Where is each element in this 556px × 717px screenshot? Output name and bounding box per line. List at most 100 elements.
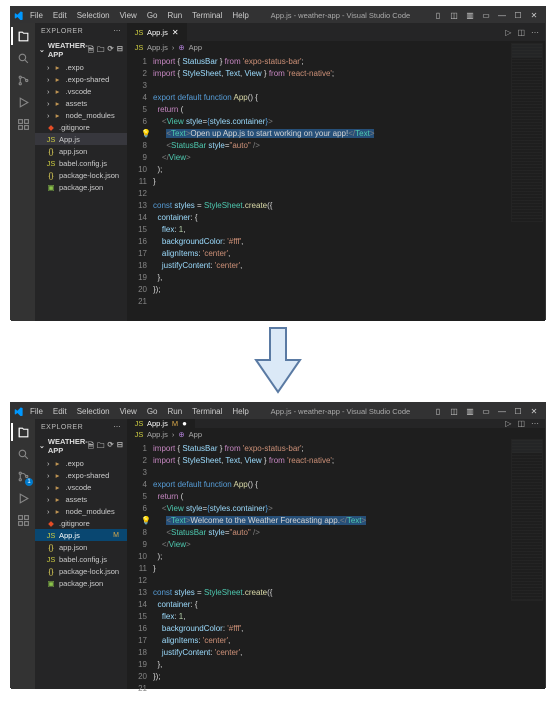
tree-item-label: assets xyxy=(66,99,88,108)
toggle-panel-icon[interactable]: ▯ xyxy=(433,11,443,20)
menu-item[interactable]: Run xyxy=(162,11,187,20)
lightbulb-icon[interactable]: 💡 xyxy=(141,515,151,527)
tab[interactable]: JS App.js ✕ xyxy=(127,23,188,41)
tree-item[interactable]: ◆ .gitignore xyxy=(35,517,127,529)
tree-item[interactable]: {} app.json xyxy=(35,145,127,157)
maximize-icon[interactable]: ☐ xyxy=(513,407,523,416)
code-area[interactable]: 123456789101112131415161718192021import … xyxy=(127,54,545,310)
explorer-icon[interactable] xyxy=(16,425,30,439)
toggle-panel-icon[interactable]: ▯ xyxy=(433,407,443,416)
menu-item[interactable]: Edit xyxy=(48,407,72,416)
breadcrumb-item[interactable]: App xyxy=(189,430,202,439)
breadcrumb-item[interactable]: App xyxy=(189,43,202,52)
tree-item[interactable]: › ▸ node_modules xyxy=(35,109,127,121)
vscode-logo-icon xyxy=(11,11,25,20)
close-icon[interactable]: ✕ xyxy=(529,407,539,416)
menu-item[interactable]: Terminal xyxy=(187,407,227,416)
toggle-sidebar-icon[interactable]: ◫ xyxy=(449,11,459,20)
extensions-icon[interactable] xyxy=(16,117,30,131)
search-icon[interactable] xyxy=(16,51,30,65)
menu-item[interactable]: Run xyxy=(162,407,187,416)
more-actions-icon[interactable]: ⋯ xyxy=(531,28,539,37)
menu-item[interactable]: File xyxy=(25,407,48,416)
project-header[interactable]: ⌄ WEATHER-APP 🗎 🗀 ⟳ ⊟ xyxy=(35,39,127,61)
tree-item[interactable]: › ▸ .vscode xyxy=(35,481,127,493)
menu-item[interactable]: Terminal xyxy=(187,11,227,20)
menu-item[interactable]: Go xyxy=(142,11,163,20)
tree-item[interactable]: JS App.js M xyxy=(35,529,127,541)
tree-item[interactable]: › ▸ .expo xyxy=(35,61,127,73)
tree-item[interactable]: {} app.json xyxy=(35,541,127,553)
breadcrumb-item[interactable]: App.js xyxy=(147,43,168,52)
menu-item[interactable]: View xyxy=(115,407,142,416)
tree-item[interactable]: {} package-lock.json xyxy=(35,169,127,181)
code-area[interactable]: 123456789101112131415161718192021import … xyxy=(127,441,545,697)
minimize-icon[interactable]: — xyxy=(497,11,507,20)
tree-item[interactable]: ▣ package.json xyxy=(35,577,127,589)
tree-item[interactable]: › ▸ .expo-shared xyxy=(35,73,127,85)
run-icon[interactable]: ▷ xyxy=(505,28,511,37)
refresh-icon[interactable]: ⟳ xyxy=(107,440,113,453)
collapse-icon[interactable]: ⊟ xyxy=(117,44,123,57)
breadcrumbs[interactable]: JS App.js › ⊕ App xyxy=(127,428,545,441)
tree-item[interactable]: ▣ package.json xyxy=(35,181,127,193)
tree-item[interactable]: › ▸ node_modules xyxy=(35,505,127,517)
toggle-layout-icon[interactable]: ▥ xyxy=(465,11,475,20)
more-icon[interactable]: ⋯ xyxy=(114,423,122,431)
project-header[interactable]: ⌄ WEATHER-APP 🗎 🗀 ⟳ ⊟ xyxy=(35,435,127,457)
file-icon: JS xyxy=(47,531,55,539)
refresh-icon[interactable]: ⟳ xyxy=(107,44,113,57)
tree-item[interactable]: JS App.js xyxy=(35,133,127,145)
toggle-right-icon[interactable]: ▭ xyxy=(481,11,491,20)
maximize-icon[interactable]: ☐ xyxy=(513,11,523,20)
extensions-icon[interactable] xyxy=(16,513,30,527)
tab[interactable]: JS App.js M ● xyxy=(127,419,196,428)
dirty-indicator-icon[interactable]: ● xyxy=(182,419,187,428)
tree-item[interactable]: › ▸ .expo-shared xyxy=(35,469,127,481)
menu-item[interactable]: View xyxy=(115,11,142,20)
close-icon[interactable]: ✕ xyxy=(529,11,539,20)
collapse-icon[interactable]: ⊟ xyxy=(117,440,123,453)
new-folder-icon[interactable]: 🗀 xyxy=(97,440,105,453)
split-editor-icon[interactable]: ◫ xyxy=(517,419,525,428)
source-control-icon[interactable]: 1 xyxy=(16,469,30,483)
menu-item[interactable]: Selection xyxy=(72,11,115,20)
new-file-icon[interactable]: 🗎 xyxy=(88,44,94,57)
menu-item[interactable]: Help xyxy=(227,11,253,20)
toggle-layout-icon[interactable]: ▥ xyxy=(465,407,475,416)
tree-item[interactable]: ◆ .gitignore xyxy=(35,121,127,133)
minimize-icon[interactable]: — xyxy=(497,407,507,416)
more-actions-icon[interactable]: ⋯ xyxy=(531,419,539,428)
toggle-sidebar-icon[interactable]: ◫ xyxy=(449,407,459,416)
menu-item[interactable]: Help xyxy=(227,407,253,416)
run-debug-icon[interactable] xyxy=(16,95,30,109)
menu-item[interactable]: Selection xyxy=(72,407,115,416)
tree-item[interactable]: › ▸ assets xyxy=(35,493,127,505)
source-control-icon[interactable] xyxy=(16,73,30,87)
breadcrumbs[interactable]: JS App.js › ⊕ App xyxy=(127,41,545,54)
toggle-right-icon[interactable]: ▭ xyxy=(481,407,491,416)
explorer-icon[interactable] xyxy=(16,29,30,43)
search-icon[interactable] xyxy=(16,447,30,461)
menu-item[interactable]: File xyxy=(25,11,48,20)
tree-item[interactable]: › ▸ .expo xyxy=(35,457,127,469)
tree-item[interactable]: JS babel.config.js xyxy=(35,553,127,565)
code-lines[interactable]: import { StatusBar } from 'expo-status-b… xyxy=(153,441,545,697)
close-tab-icon[interactable]: ✕ xyxy=(172,28,179,37)
tree-item[interactable]: › ▸ assets xyxy=(35,97,127,109)
breadcrumb-item[interactable]: App.js xyxy=(147,430,168,439)
menu-item[interactable]: Edit xyxy=(48,11,72,20)
tree-item[interactable]: {} package-lock.json xyxy=(35,565,127,577)
more-icon[interactable]: ⋯ xyxy=(114,27,122,35)
new-file-icon[interactable]: 🗎 xyxy=(88,440,94,453)
run-debug-icon[interactable] xyxy=(16,491,30,505)
code-lines[interactable]: import { StatusBar } from 'expo-status-b… xyxy=(153,54,545,310)
split-editor-icon[interactable]: ◫ xyxy=(517,28,525,37)
lightbulb-icon[interactable]: 💡 xyxy=(141,128,151,140)
new-folder-icon[interactable]: 🗀 xyxy=(97,44,105,57)
tree-item[interactable]: JS babel.config.js xyxy=(35,157,127,169)
menu-item[interactable]: Go xyxy=(142,407,163,416)
file-icon: ▸ xyxy=(54,87,62,95)
tree-item[interactable]: › ▸ .vscode xyxy=(35,85,127,97)
run-icon[interactable]: ▷ xyxy=(505,419,511,428)
